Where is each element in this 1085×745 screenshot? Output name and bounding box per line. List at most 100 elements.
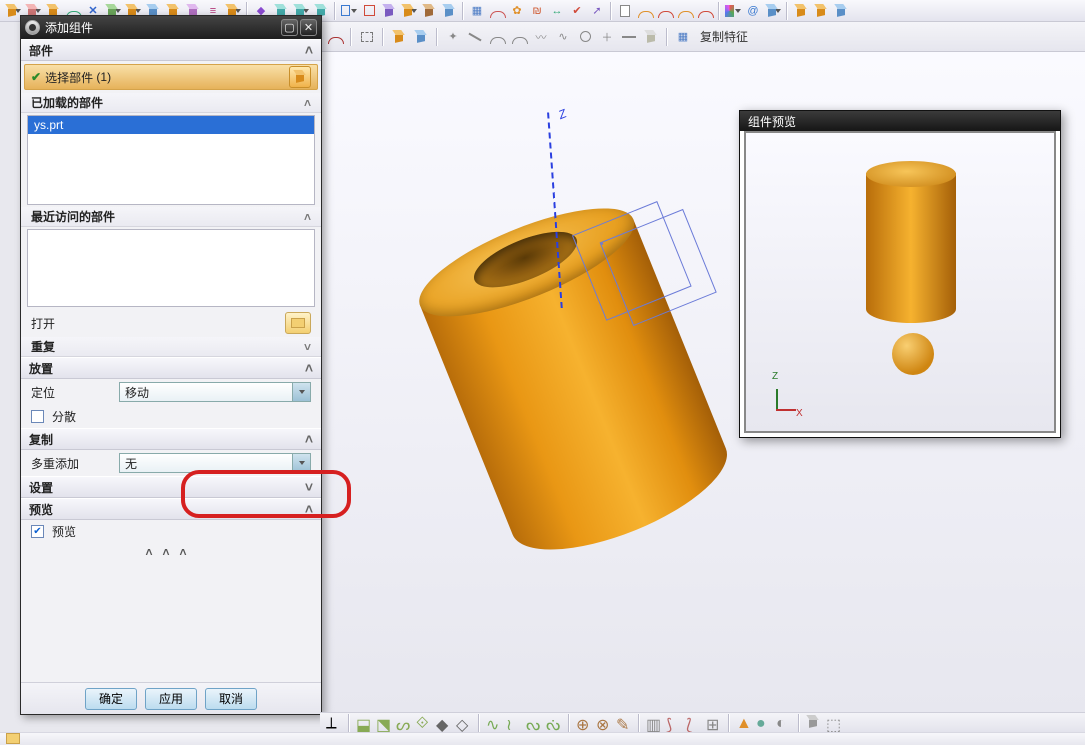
tb-grid-icon[interactable]: ▦ (468, 2, 486, 20)
select-part-cube-button[interactable] (289, 66, 311, 88)
scatter-checkbox[interactable] (31, 410, 44, 423)
tb-cube-g[interactable] (440, 2, 458, 20)
tb-colorgrid-icon[interactable] (724, 2, 742, 20)
positioning-select[interactable]: 移动 (119, 382, 311, 402)
bt-i5[interactable]: ⟐ (416, 715, 432, 731)
collapse-arrows[interactable]: ˄˄˄ (21, 543, 321, 561)
dropdown-icon (292, 454, 310, 472)
bt-i4[interactable]: ᔕ (396, 715, 412, 731)
bt-i23[interactable]: ⬚ (826, 715, 842, 731)
bt-i19[interactable]: ▲ (736, 715, 752, 731)
tb-doc-icon[interactable] (616, 2, 634, 20)
st-cube-b[interactable] (412, 28, 430, 46)
preview-checkbox-label: 预览 (52, 523, 76, 540)
tb-cube-i[interactable] (792, 2, 810, 20)
preview-triad: Z X (762, 377, 802, 417)
tb-curve-1[interactable] (488, 2, 506, 20)
section-part[interactable]: 部件 ˄ (21, 39, 321, 61)
bt-i12[interactable]: ⊕ (576, 715, 592, 731)
loaded-part-item[interactable]: ys.prt (28, 116, 314, 134)
dialog-maximize[interactable]: ▢ (281, 19, 298, 36)
bt-i10[interactable]: ᔓ (526, 715, 542, 731)
preview-viewport[interactable]: Z X (744, 131, 1056, 433)
bt-i15[interactable]: ▥ (646, 715, 662, 731)
st-cube-a[interactable] (390, 28, 408, 46)
bt-i9[interactable]: ≀ (506, 715, 522, 731)
bt-i11[interactable]: ᔔ (546, 715, 562, 731)
loaded-parts-header[interactable]: 已加载的部件 ˄ (21, 93, 321, 113)
tb-cube-d[interactable] (380, 2, 398, 20)
dialog-titlebar[interactable]: 添加组件 ▢ ✕ (21, 16, 321, 39)
preview-checkbox[interactable]: ✔ (31, 525, 44, 538)
st-arc2-icon[interactable] (510, 28, 528, 46)
st-line-icon[interactable] (466, 28, 484, 46)
repeat-row[interactable]: 重复 ˅ (21, 337, 321, 357)
select-part-row[interactable]: ✔ 选择部件 (1) (24, 64, 318, 90)
st-edge-icon[interactable] (620, 28, 638, 46)
section-placement[interactable]: 放置 ˄ (21, 357, 321, 379)
cancel-button[interactable]: 取消 (205, 688, 257, 710)
tb-box-outline[interactable] (340, 2, 358, 20)
loaded-parts-list[interactable]: ys.prt (27, 115, 315, 205)
tb-cube-k[interactable] (832, 2, 850, 20)
bt-i8[interactable]: ∿ (486, 715, 502, 731)
st-iso-icon[interactable] (642, 28, 660, 46)
bt-i22[interactable] (806, 715, 822, 731)
recent-parts-header[interactable]: 最近访问的部件 ˄ (21, 207, 321, 227)
apply-button[interactable]: 应用 (145, 688, 197, 710)
preview-checkbox-row: ✔ 预览 (21, 520, 321, 543)
st-plus-icon[interactable]: ✦ (444, 28, 462, 46)
st-circle-icon[interactable] (576, 28, 594, 46)
bt-i21[interactable]: ◐ (776, 715, 792, 731)
folder-icon (291, 318, 305, 328)
section-copy[interactable]: 复制 ˄ (21, 428, 321, 450)
dialog-close[interactable]: ✕ (300, 19, 317, 36)
bt-i17[interactable]: ⟅ (686, 715, 702, 731)
tb-cube-f[interactable] (420, 2, 438, 20)
add-component-dialog: 添加组件 ▢ ✕ 部件 ˄ ✔ 选择部件 (1) 已加载的部件 ˄ ys.prt… (20, 15, 322, 715)
tb-curve-o2[interactable] (676, 2, 694, 20)
recent-parts-list[interactable] (27, 229, 315, 307)
tb-check-icon[interactable]: ✔ (568, 2, 586, 20)
dialog-footer: 确定 应用 取消 (21, 682, 321, 714)
tb-cube-j[interactable] (812, 2, 830, 20)
secondary-toolbar: ✦ 〰 ∿ ＋ ▦ 复制特征 (320, 22, 1085, 52)
bottom-tab-strip (0, 732, 1085, 745)
bt-i3[interactable]: ⬔ (376, 715, 392, 731)
tb-cube-h[interactable] (764, 2, 782, 20)
st-rect-sel[interactable] (358, 28, 376, 46)
bt-i13[interactable]: ⊗ (596, 715, 612, 731)
bt-i16[interactable]: ⟆ (666, 715, 682, 731)
st-cross-icon[interactable]: ＋ (598, 28, 616, 46)
bt-i2[interactable]: ⬓ (356, 715, 372, 731)
tb-swirl-icon[interactable]: @ (744, 2, 762, 20)
tb-cube-e[interactable] (400, 2, 418, 20)
bt-i18[interactable]: ⊞ (706, 715, 722, 731)
bt-i7[interactable]: ◇ (456, 715, 472, 731)
tb-swap-icon[interactable]: ↔ (548, 2, 566, 20)
st-arc-icon[interactable] (488, 28, 506, 46)
component-preview-window[interactable]: 组件预览 Z X (739, 110, 1061, 438)
open-folder-button[interactable] (285, 312, 311, 334)
bt-i1[interactable]: ⟂ (326, 715, 342, 731)
bottom-tab-icon[interactable] (6, 733, 20, 744)
z-axis-label: Z (556, 106, 568, 122)
tb-box-red[interactable] (360, 2, 378, 20)
st-curve-a[interactable] (326, 28, 344, 46)
st-grid-icon[interactable]: ▦ (674, 28, 692, 46)
tb-curve-r1[interactable] (656, 2, 674, 20)
bt-i14[interactable]: ✎ (616, 715, 632, 731)
section-settings[interactable]: 设置 ˅ (21, 476, 321, 498)
bt-i6[interactable]: ◆ (436, 715, 452, 731)
bt-i20[interactable]: ● (756, 715, 772, 731)
tb-curve-o1[interactable] (636, 2, 654, 20)
tb-curve-r2[interactable] (696, 2, 714, 20)
multi-add-select[interactable]: 无 (119, 453, 311, 473)
st-wave-icon[interactable]: 〰 (532, 28, 550, 46)
tb-spring-icon[interactable]: ₪ (528, 2, 546, 20)
ok-button[interactable]: 确定 (85, 688, 137, 710)
tb-arrow-icon[interactable]: ➚ (588, 2, 606, 20)
st-spline-icon[interactable]: ∿ (554, 28, 572, 46)
section-preview[interactable]: 预览 ˄ (21, 498, 321, 520)
tb-gear-icon[interactable]: ✿ (508, 2, 526, 20)
